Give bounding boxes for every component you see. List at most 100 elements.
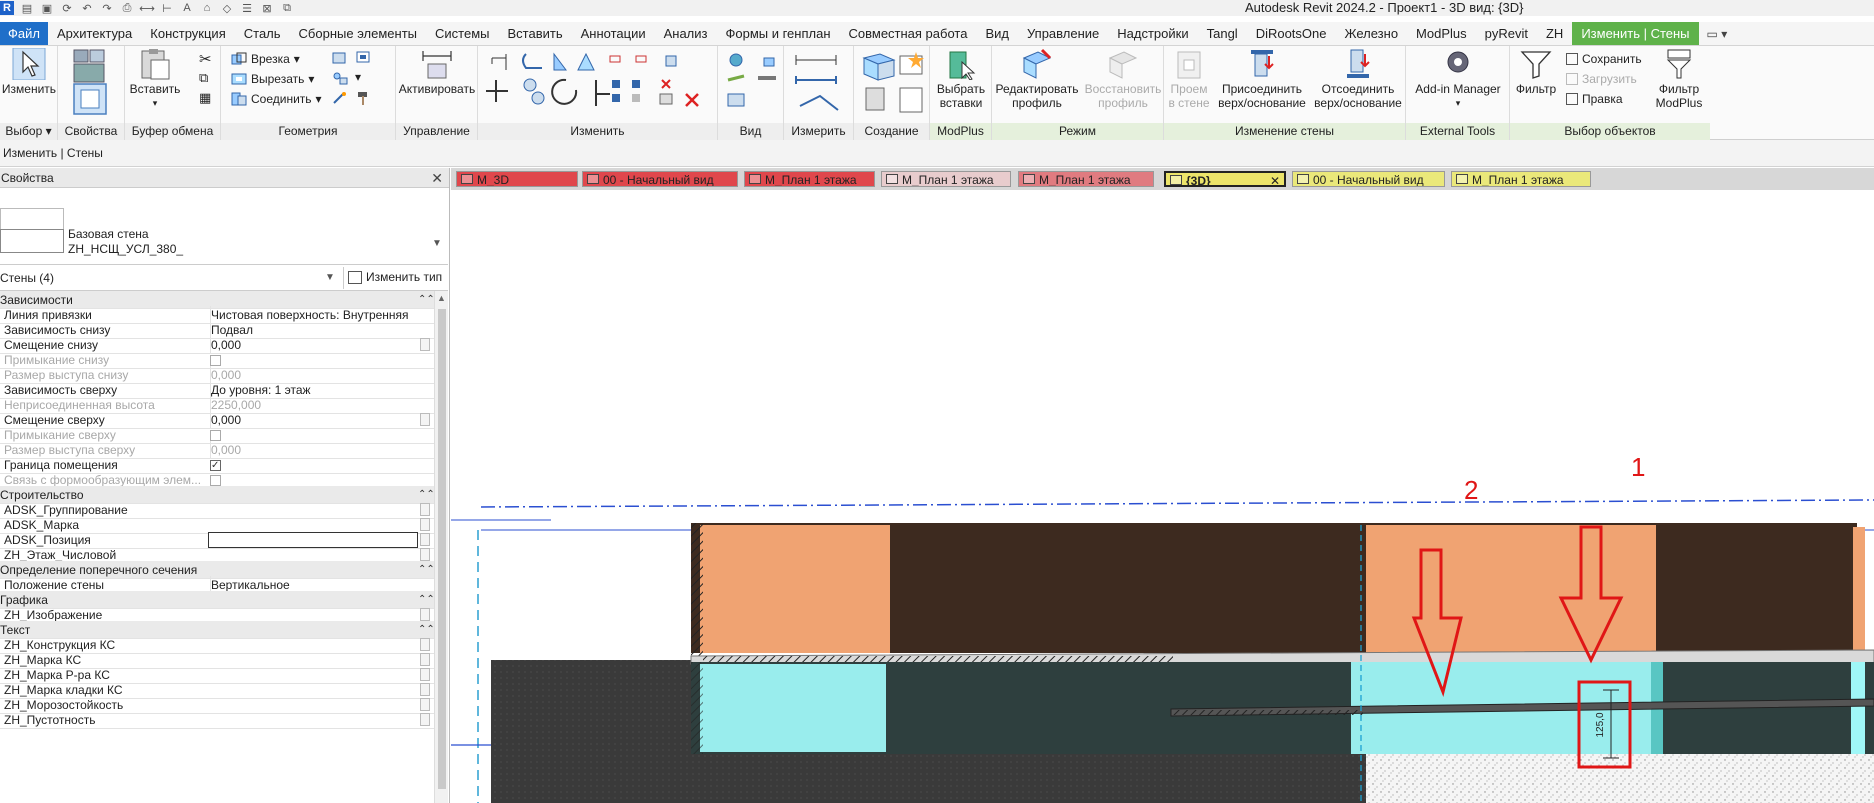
edit-type-button[interactable]: Изменить тип [343,267,442,289]
wall-joins-icon[interactable] [331,50,349,66]
redo-icon[interactable]: ↷ [100,2,114,15]
close-icon[interactable]: ✕ [431,168,443,188]
tab-structure[interactable]: Конструкция [141,22,234,45]
associate-parameter-button[interactable] [420,413,430,426]
close-tab-icon[interactable]: ✕ [1270,173,1280,185]
tab-view[interactable]: Вид [976,22,1018,45]
associate-parameter-button[interactable] [420,608,430,621]
modify-tools-icons[interactable] [486,50,712,118]
associate-parameter-button[interactable] [420,668,430,681]
property-checkbox[interactable] [210,355,221,366]
property-checkbox[interactable] [210,457,221,475]
demolish-icon[interactable] [331,90,349,106]
paste-dropdown-icon[interactable]: ▾ [153,96,158,110]
edit-selection-button[interactable]: Правка [1566,90,1623,108]
property-checkbox[interactable] [210,475,221,486]
chevron-down-icon[interactable]: ▼ [432,238,442,249]
view-tab[interactable]: 00 - Начальный вид [1292,171,1445,187]
tab-precast[interactable]: Сборные элементы [290,22,426,45]
wall-opening-button[interactable]: Проем в стене [1164,48,1214,110]
sync-icon[interactable]: ⟳ [60,2,74,15]
dimension-icon[interactable]: ⊢ [160,2,174,15]
tab-addins[interactable]: Надстройки [1108,22,1197,45]
tab-architecture[interactable]: Архитектура [48,22,141,45]
tab-manage[interactable]: Управление [1018,22,1108,45]
tab-systems[interactable]: Системы [426,22,498,45]
tab-annotate[interactable]: Аннотации [572,22,655,45]
create-tools-icons[interactable] [860,50,926,118]
instance-filter-label[interactable]: Стены (4) [0,265,54,291]
measure-icon[interactable]: ⟷ [139,2,155,15]
view-tab[interactable]: М_План 1 этажа [881,171,1011,187]
open-icon[interactable]: ▤ [20,2,34,15]
lower-wall-selected-left[interactable] [700,664,886,752]
split-face-icon[interactable] [331,70,349,86]
associate-parameter-button[interactable] [420,338,430,351]
restore-profile-button[interactable]: Восстановить профиль [1082,48,1164,110]
view-tab[interactable]: {3D} ✕ [1164,171,1286,187]
measure-tools-icons[interactable] [792,50,848,118]
properties-scrollbar[interactable]: ▲ [434,291,448,803]
tab-zh[interactable]: ZH [1537,22,1572,45]
section-icon[interactable]: ◇ [220,2,234,15]
tab-insert[interactable]: Вставить [499,22,572,45]
associate-parameter-button[interactable] [420,683,430,696]
panel-label-select[interactable]: Выбор ▾ [0,123,57,140]
cut-icon[interactable]: ✂ [199,50,217,68]
filter-dropdown-icon[interactable]: ▼ [325,265,335,291]
modplus-filter-button[interactable]: Фильтр ModPlus [1648,48,1710,110]
level-line[interactable] [480,499,1874,508]
type-selector[interactable]: Базовая стена ZH_НСЩ_УСЛ_380_ ▼ [0,189,448,265]
attach-top-base-button[interactable]: Присоединить верх/основание [1214,48,1310,110]
geometry-more-icon[interactable]: ▾ [355,70,373,86]
modify-button[interactable]: Изменить [0,48,58,96]
associate-parameter-button[interactable] [420,518,430,531]
save-icon[interactable]: ▣ [40,2,54,15]
tab-tangl[interactable]: Tangl [1198,22,1247,45]
tab-analyze[interactable]: Анализ [655,22,717,45]
associate-parameter-button[interactable] [420,713,430,726]
select-inserts-button[interactable]: Выбрать вставки [930,48,992,110]
associate-parameter-button[interactable] [420,638,430,651]
associate-parameter-button[interactable] [420,653,430,666]
tab-massing-site[interactable]: Формы и генплан [716,22,839,45]
join-button[interactable]: Соединить ▾ [231,90,322,108]
paste-button[interactable]: Вставить ▾ [130,48,180,110]
associate-parameter-button[interactable] [420,503,430,516]
associate-parameter-button[interactable] [420,533,430,546]
detach-top-base-button[interactable]: Отсоединить верх/основание [1310,48,1406,110]
scroll-thumb[interactable] [438,309,446,789]
tab-file[interactable]: Файл [0,22,48,45]
addin-manager-button[interactable]: Add-in Manager ▾ [1406,48,1510,110]
hammer-icon[interactable] [355,90,373,106]
view-tools-icons[interactable] [724,50,780,114]
scroll-up-icon[interactable]: ▲ [437,293,446,303]
property-checkbox[interactable] [210,430,221,441]
ribbon-minimize-icon[interactable]: ▭ ▾ [1707,22,1728,45]
tab-modplus[interactable]: ModPlus [1407,22,1476,45]
drawing-area[interactable]: 125,0 1 2 [451,190,1874,803]
property-row[interactable]: ZH_Пустотность [0,711,434,729]
tab-pyrevit[interactable]: pyRevit [1476,22,1537,45]
text-icon[interactable]: A [180,2,194,14]
tab-modify-walls[interactable]: Изменить | Стены [1572,22,1699,45]
upper-wall-face-left[interactable] [700,525,890,653]
save-selection-button[interactable]: Сохранить [1566,50,1642,68]
view-tab[interactable]: М_План 1 этажа [1018,171,1154,187]
revit-logo-icon[interactable]: R [0,1,14,15]
properties-icon[interactable] [72,48,110,116]
tab-dirootsone[interactable]: DiRootsOne [1247,22,1336,45]
activate-button[interactable]: Активировать [396,48,478,96]
dimension-text[interactable]: 125,0 [1595,712,1606,737]
print-icon[interactable]: ⎙ [120,2,134,14]
view-tab[interactable]: М_План 1 этажа [744,171,875,187]
undo-icon[interactable]: ↶ [80,2,94,15]
filter-button[interactable]: Фильтр [1510,48,1562,96]
cutout-button[interactable]: Вырезать ▾ [231,70,314,88]
copy-icon[interactable]: ⧉ [199,70,217,86]
load-selection-button[interactable]: Загрузить [1566,70,1637,88]
associate-parameter-button[interactable] [420,698,430,711]
match-properties-icon[interactable]: ▦ [199,90,217,106]
view-tab[interactable]: М_План 1 этажа [1451,171,1591,187]
tab-steel[interactable]: Сталь [235,22,290,45]
